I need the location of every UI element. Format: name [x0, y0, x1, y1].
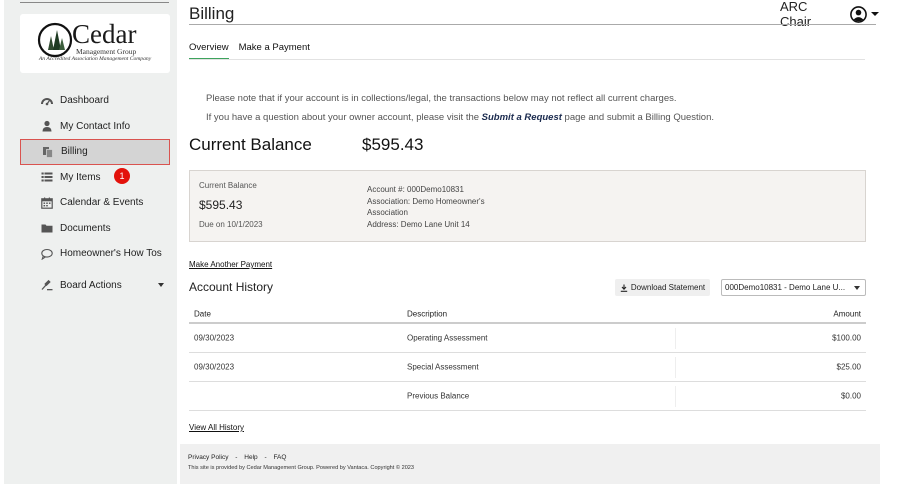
tab-make-a-payment[interactable]: Make a Payment — [239, 42, 310, 60]
sidebar-item-label: Calendar & Events — [60, 197, 144, 209]
sidebar-item-documents[interactable]: Documents — [20, 216, 170, 242]
sidebar-item-label: Homeowner's How Tos — [60, 248, 162, 260]
current-balance-amount: $595.43 — [362, 135, 424, 154]
tree-logo-icon — [37, 22, 73, 58]
help-link[interactable]: Help — [244, 454, 257, 461]
header-divider — [189, 24, 876, 25]
download-icon — [620, 284, 628, 292]
logo-tagline: An Accredited Association Management Com… — [38, 56, 152, 62]
faq-link[interactable]: FAQ — [273, 454, 286, 461]
row-description: Operating Assessment — [407, 333, 488, 343]
gavel-icon — [41, 279, 53, 291]
sidebar-item-board-actions[interactable]: Board Actions — [20, 273, 170, 299]
sidebar-item-my-items[interactable]: My Items 1 — [20, 165, 170, 191]
row-amount: $25.00 — [836, 362, 861, 372]
logo-name: Cedar — [72, 19, 137, 49]
account-history-table: Date Description Amount 09/30/2023 Opera… — [189, 306, 866, 411]
balance-summary-card: Current Balance $595.43 Due on 10/1/2023… — [189, 170, 866, 242]
current-balance-heading: Current Balance — [189, 135, 312, 154]
footer-separator: - — [235, 454, 238, 461]
row-amount: $0.00 — [840, 391, 861, 401]
summary-label: Current Balance — [199, 181, 257, 190]
row-date: 09/30/2023 — [194, 362, 235, 372]
sidebar: Cedar Management Group An Accredited Ass… — [4, 0, 177, 484]
summary-amount: $595.43 — [199, 198, 243, 212]
chevron-down-icon — [870, 12, 879, 16]
cell-divider — [675, 328, 676, 349]
privacy-policy-link[interactable]: Privacy Policy — [188, 454, 228, 461]
folder-icon — [41, 222, 53, 234]
chat-icon — [41, 248, 53, 260]
sidebar-item-label: Board Actions — [60, 279, 122, 291]
page: Cedar Management Group An Accredited Ass… — [0, 0, 900, 502]
sidebar-item-label: Documents — [60, 222, 111, 234]
company-logo[interactable]: Cedar Management Group An Accredited Ass… — [20, 14, 170, 73]
sidebar-item-dashboard[interactable]: Dashboard — [20, 88, 170, 114]
billing-question-notice: If you have a question about your owner … — [206, 112, 714, 123]
user-menu[interactable]: ARC Chair — [780, 0, 880, 29]
account-history-heading: Account History — [189, 280, 274, 294]
notice-text: page and submit a Billing Question. — [561, 112, 715, 123]
column-header-description: Description — [407, 309, 448, 319]
sidebar-item-my-contact-info[interactable]: My Contact Info — [20, 114, 170, 140]
collections-notice: Please note that if your account is in c… — [206, 93, 677, 104]
make-another-payment-link[interactable]: Make Another Payment — [189, 260, 272, 269]
view-all-history-link[interactable]: View All History — [189, 423, 244, 432]
sidebar-item-homeowners-how-tos[interactable]: Homeowner's How Tos — [20, 241, 170, 267]
account-select-value: 000Demo10831 - Demo Lane U... — [725, 283, 846, 292]
sidebar-item-label: My Contact Info — [60, 120, 131, 132]
calendar-icon — [41, 197, 53, 209]
logo-subtitle: Management Group — [76, 47, 137, 56]
sidebar-nav: Dashboard My Contact Info Billing My Ite… — [20, 88, 170, 298]
summary-due-date: Due on 10/1/2023 — [199, 220, 263, 229]
row-amount: $100.00 — [832, 333, 861, 343]
sidebar-item-label: My Items — [60, 171, 101, 183]
footer-separator: - — [264, 454, 267, 461]
copyright-text: This site is provided by Cedar Managemen… — [188, 465, 415, 471]
list-icon — [41, 171, 53, 183]
sidebar-item-label: Dashboard — [60, 95, 109, 107]
notification-badge: 1 — [114, 167, 130, 184]
sidebar-item-billing[interactable]: Billing — [20, 139, 170, 165]
user-avatar-icon — [850, 5, 867, 23]
cell-divider — [675, 357, 676, 378]
row-date: 09/30/2023 — [194, 333, 235, 343]
chevron-down-icon — [854, 286, 860, 290]
download-statement-button[interactable]: Download Statement — [615, 279, 710, 296]
submit-request-link[interactable]: Submit a Request — [482, 112, 562, 123]
billing-icon — [42, 146, 54, 158]
tab-overview[interactable]: Overview — [189, 42, 229, 60]
table-row: Previous Balance $0.00 — [189, 382, 866, 411]
row-description: Special Assessment — [407, 362, 479, 372]
sidebar-item-label: Billing — [61, 146, 88, 158]
cell-divider — [675, 386, 676, 407]
column-header-date: Date — [194, 309, 211, 319]
column-header-amount: Amount — [833, 309, 861, 319]
tab-divider — [189, 59, 865, 60]
association-name: Association: Demo Homeowner's Associatio… — [367, 196, 485, 218]
tab-bar: Overview Make a Payment — [189, 42, 320, 60]
footer: Privacy Policy - Help - FAQ This site is… — [180, 444, 880, 484]
table-row: 09/30/2023 Operating Assessment $100.00 — [189, 324, 866, 353]
table-header: Date Description Amount — [189, 306, 866, 324]
sidebar-item-calendar-events[interactable]: Calendar & Events — [20, 190, 170, 216]
account-details: Account #: 000Demo10831 Association: Dem… — [367, 184, 507, 230]
sidebar-top-divider — [20, 2, 169, 3]
notice-text: If you have a question about your owner … — [206, 112, 482, 123]
chevron-down-icon — [158, 282, 164, 287]
row-description: Previous Balance — [407, 391, 470, 401]
dashboard-icon — [41, 95, 53, 107]
account-select[interactable]: 000Demo10831 - Demo Lane U... — [721, 279, 866, 296]
page-title: Billing — [189, 4, 235, 23]
person-icon — [41, 120, 53, 132]
account-number: Account #: 000Demo10831 — [367, 185, 464, 194]
download-statement-label: Download Statement — [630, 283, 706, 292]
table-row: 09/30/2023 Special Assessment $25.00 — [189, 353, 866, 382]
footer-links: Privacy Policy - Help - FAQ — [188, 454, 291, 461]
property-address: Address: Demo Lane Unit 14 — [367, 219, 470, 229]
